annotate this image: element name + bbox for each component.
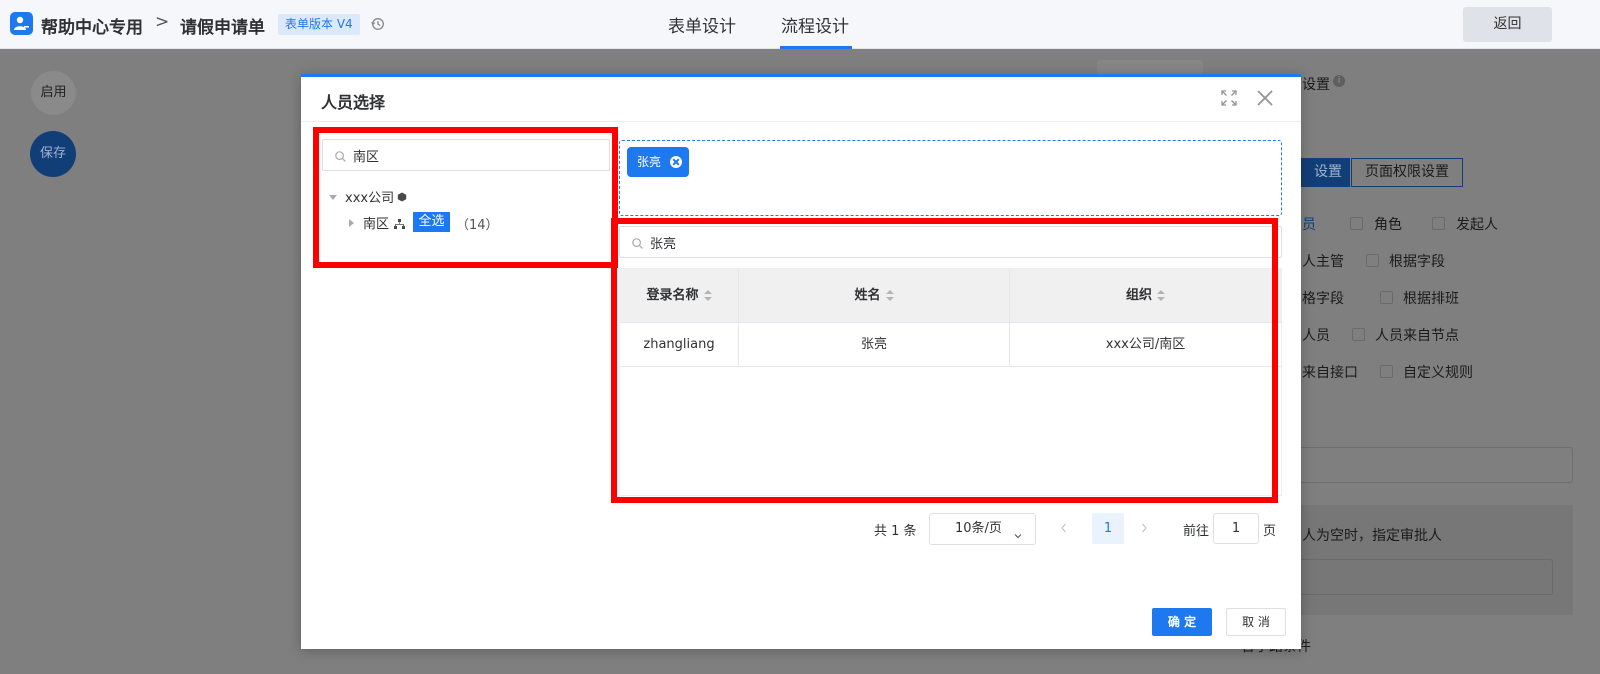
goto-page-input[interactable]: 1: [1213, 513, 1259, 544]
version-badge[interactable]: 表单版本 V4: [278, 14, 360, 35]
save-button[interactable]: 保存: [30, 131, 76, 177]
approver-input[interactable]: [1298, 559, 1553, 595]
goto-label: 前往: [1183, 524, 1210, 539]
app-name[interactable]: 帮助中心专用: [41, 13, 143, 38]
tab-approver-settings[interactable]: 设置: [1298, 158, 1350, 187]
settings-title: 设置: [1302, 77, 1330, 93]
confirm-button[interactable]: 确 定: [1152, 608, 1212, 636]
option-from-api[interactable]: 来自接口: [1302, 362, 1358, 382]
selected-users-area: 张亮: [619, 140, 1282, 216]
option-from-node[interactable]: 人员来自节点: [1375, 325, 1459, 345]
checkbox-role[interactable]: [1350, 217, 1363, 230]
checkbox-by-schedule[interactable]: [1380, 291, 1393, 304]
top-header: 帮助中心专用 > 请假申请单 表单版本 V4 表单设计 流程设计 返回: [0, 0, 1600, 49]
active-tab-indicator: [780, 46, 852, 49]
pagination-total: 共 1 条: [874, 524, 917, 539]
person-select-dialog: 人员选择 xxx公司 南区 全选: [301, 74, 1301, 649]
option-by-field[interactable]: 根据字段: [1389, 251, 1445, 271]
highlight-box-table: [611, 218, 1278, 503]
dialog-header: 人员选择: [301, 77, 1301, 122]
maximize-icon[interactable]: [1221, 90, 1237, 110]
history-icon[interactable]: [371, 17, 385, 35]
option-role[interactable]: 角色: [1374, 214, 1402, 234]
selected-user-chip: 张亮: [627, 147, 690, 177]
next-page-icon[interactable]: [1139, 522, 1149, 538]
breadcrumb-separator: >: [155, 12, 170, 32]
option-personnel[interactable]: 人员: [1302, 325, 1330, 345]
option-custom-rule[interactable]: 自定义规则: [1403, 362, 1473, 382]
option-table-field[interactable]: 格字段: [1302, 288, 1344, 308]
prev-page-icon[interactable]: [1059, 522, 1069, 538]
back-button[interactable]: 返回: [1463, 7, 1552, 42]
page-size-value: 10条/页: [955, 521, 1002, 536]
option-by-schedule[interactable]: 根据排班: [1403, 288, 1459, 308]
highlight-box-tree: [313, 127, 618, 268]
option-initiator[interactable]: 发起人: [1456, 214, 1498, 234]
info-icon: i: [1333, 75, 1345, 87]
page-size-select[interactable]: 10条/页: [929, 513, 1036, 545]
app-logo-icon: [10, 12, 33, 35]
option-member[interactable]: 员: [1302, 214, 1316, 234]
checkbox-custom-rule[interactable]: [1380, 365, 1393, 378]
tab-form-design[interactable]: 表单设计: [668, 12, 736, 37]
page-number-current[interactable]: 1: [1092, 513, 1124, 544]
empty-approver-label: 人为空时，指定审批人: [1302, 528, 1442, 544]
close-icon[interactable]: [1256, 89, 1274, 111]
background-input[interactable]: [1298, 447, 1573, 483]
checkbox-initiator[interactable]: [1432, 217, 1445, 230]
option-supervisor[interactable]: 人主管: [1302, 251, 1344, 271]
chip-label: 张亮: [637, 155, 662, 169]
tab-flow-design[interactable]: 流程设计: [781, 12, 849, 37]
checkbox-from-node[interactable]: [1352, 328, 1365, 341]
cancel-button[interactable]: 取 消: [1226, 608, 1286, 636]
dialog-title: 人员选择: [321, 93, 386, 112]
page-unit-label: 页: [1263, 524, 1277, 539]
form-name: 请假申请单: [180, 18, 265, 38]
enable-button[interactable]: 启用: [31, 71, 76, 115]
checkbox-by-field[interactable]: [1366, 254, 1379, 267]
remove-chip-icon[interactable]: [670, 156, 683, 168]
chevron-down-icon: [1013, 523, 1023, 553]
tab-page-permission-settings[interactable]: 页面权限设置: [1351, 158, 1463, 187]
